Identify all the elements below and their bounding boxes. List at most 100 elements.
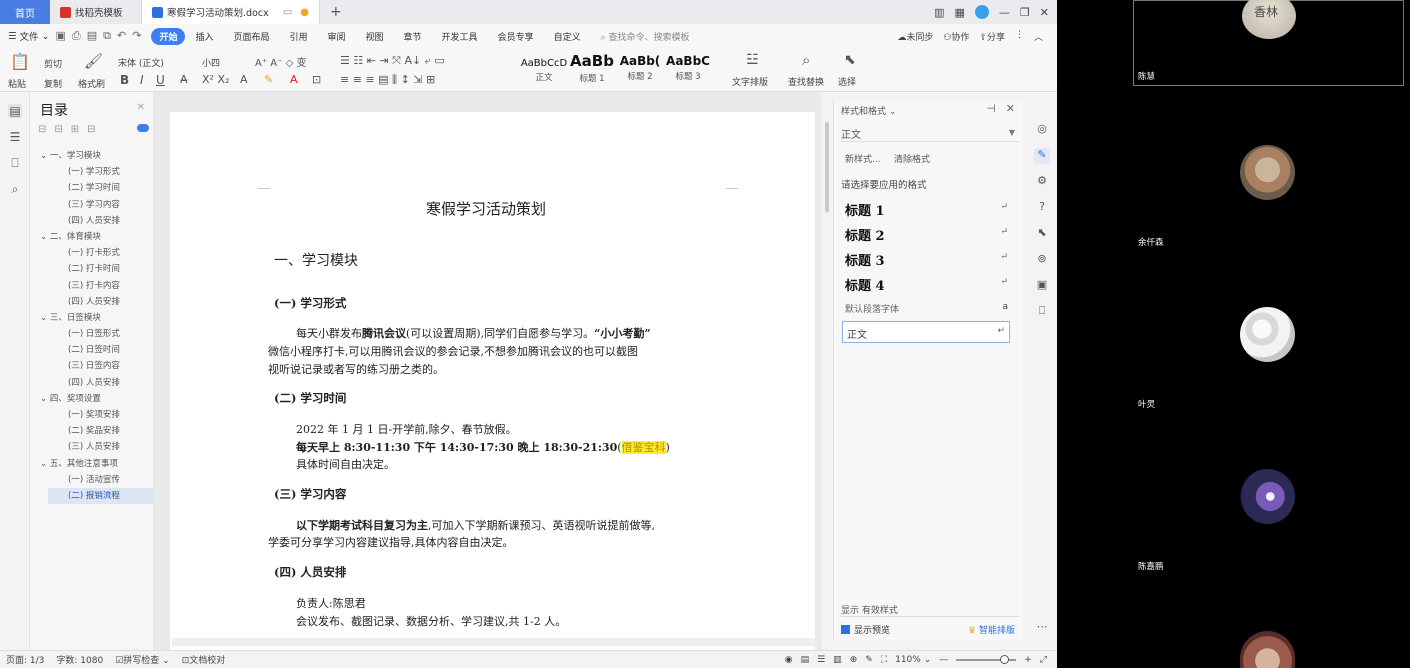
- sync-button[interactable]: ☁未同步: [897, 30, 933, 43]
- toc-item[interactable]: (四) 人员安排: [30, 375, 153, 391]
- print-preview-icon[interactable]: ⎙: [72, 29, 81, 43]
- demote-icon[interactable]: ⊟: [87, 124, 95, 135]
- find-replace-button[interactable]: 查找替换: [788, 75, 824, 88]
- menu-tab-view[interactable]: 视图: [356, 30, 394, 43]
- promote-icon[interactable]: ⊞: [71, 124, 79, 135]
- participant-avatar[interactable]: [1240, 307, 1295, 362]
- paste-icon[interactable]: 📋: [10, 52, 30, 71]
- menu-tab-layout[interactable]: 页面布局: [223, 30, 279, 43]
- menu-tab-references[interactable]: 引用: [279, 30, 317, 43]
- copy-button[interactable]: 复制: [44, 77, 62, 90]
- format-painter-label[interactable]: 格式刷: [78, 77, 105, 90]
- smart-layout-button[interactable]: ♛ 智能排版: [968, 623, 1015, 636]
- show-styles-select[interactable]: 显示 有效样式: [841, 603, 1019, 617]
- find-replace-icon[interactable]: ⌕: [802, 51, 810, 69]
- toc-item[interactable]: (四) 人员安排: [30, 294, 153, 310]
- strikethrough-icon[interactable]: A̶: [180, 73, 188, 86]
- toc-item[interactable]: (三) 打卡内容: [30, 278, 153, 294]
- style-item-default-font[interactable]: 默认段落字体 a: [845, 302, 1010, 315]
- pin-icon[interactable]: ⊣: [986, 102, 996, 115]
- font-color-icon[interactable]: A: [290, 73, 298, 86]
- highlight-icon[interactable]: ✎: [264, 73, 273, 86]
- toc-item[interactable]: (四) 人员安排: [30, 213, 153, 229]
- outline-view-icon[interactable]: ☰: [817, 655, 825, 665]
- zoom-slider-knob[interactable]: [1000, 654, 1010, 664]
- new-tab-button[interactable]: +: [320, 0, 352, 24]
- toc-item[interactable]: (一) 日签形式: [30, 326, 153, 342]
- font-name-select[interactable]: 宋体 (正文): [118, 56, 188, 69]
- toc-item[interactable]: (二) 打卡时间: [30, 261, 153, 277]
- tab-document[interactable]: 寒假学习活动策划.docx ▭ ●: [142, 0, 320, 24]
- style-item-normal-selected[interactable]: 正文 ↵: [842, 321, 1010, 343]
- style-normal[interactable]: AaBbCcD 正文: [518, 52, 570, 88]
- style-heading-1[interactable]: AaBb 标题 1: [566, 52, 618, 88]
- style-item-heading-3[interactable]: 标题 3 ↵: [845, 250, 1010, 272]
- page-count[interactable]: 页面: 1/3: [6, 653, 44, 666]
- style-pen-icon[interactable]: ✎: [1034, 148, 1050, 164]
- zoom-slider[interactable]: [956, 654, 1017, 664]
- style-item-heading-2[interactable]: 标题 2 ↵: [845, 225, 1010, 247]
- menu-tab-custom[interactable]: 自定义: [544, 30, 591, 43]
- toc-item[interactable]: ⌄ 五、其他注意事项: [30, 456, 153, 472]
- menu-tab-home[interactable]: 开始: [151, 27, 186, 45]
- outline-icon[interactable]: ☰: [8, 130, 22, 144]
- select-cursor-icon[interactable]: ⬉: [844, 52, 856, 68]
- style-item-heading-4[interactable]: 标题 4 ↵: [845, 275, 1010, 297]
- grow-font-icon[interactable]: A⁺ A⁻ ◇ 变: [255, 54, 306, 69]
- menu-tab-member[interactable]: 会员专享: [488, 30, 544, 43]
- restore-icon[interactable]: ❐: [1020, 6, 1030, 19]
- toc-item[interactable]: (三) 日签内容: [30, 358, 153, 374]
- command-search[interactable]: ⌕ 查找命令、搜索模板: [601, 30, 690, 43]
- more-icon[interactable]: ⋯: [1034, 620, 1050, 636]
- toc-item[interactable]: (一) 学习形式: [30, 164, 153, 180]
- proofread-button[interactable]: ⊡文档校对: [182, 653, 226, 666]
- fit-icon[interactable]: ⛶: [881, 655, 887, 665]
- menu-tab-section[interactable]: 章节: [394, 30, 432, 43]
- toc-toggle-switch[interactable]: [137, 124, 149, 132]
- save-icon[interactable]: ▣: [56, 29, 66, 43]
- apps-grid-icon[interactable]: ▦: [955, 6, 965, 19]
- current-style-select[interactable]: 正文 ▼: [841, 126, 1019, 142]
- zoom-level[interactable]: 110% ⌄: [895, 655, 931, 665]
- vertical-scrollbar[interactable]: [823, 100, 831, 640]
- cursor-icon[interactable]: ⬉: [1034, 226, 1050, 242]
- show-preview-checkbox[interactable]: 显示预览: [841, 623, 890, 636]
- collapse-ribbon-icon[interactable]: ︿: [1034, 30, 1043, 43]
- file-menu[interactable]: ☰ 文件 ⌄: [8, 29, 50, 44]
- tab-template[interactable]: 找稻壳模板: [50, 0, 142, 24]
- toc-item[interactable]: ⌄ 三、日签模块: [30, 310, 153, 326]
- collaborate-button[interactable]: ⚇协作: [943, 30, 969, 43]
- toc-item[interactable]: (二) 学习时间: [30, 180, 153, 196]
- sliders-icon[interactable]: ⚙: [1034, 174, 1050, 190]
- toc-item[interactable]: ⌄ 二、体育模块: [30, 229, 153, 245]
- text-layout-icon[interactable]: ☳: [746, 52, 759, 68]
- participant-avatar[interactable]: [1240, 145, 1295, 200]
- text-layout-button[interactable]: 文字排版: [732, 75, 768, 88]
- palette-icon[interactable]: ◎: [1034, 122, 1050, 138]
- export-icon[interactable]: ⧉: [103, 29, 111, 43]
- cut-button[interactable]: 剪切: [44, 57, 62, 70]
- read-view-icon[interactable]: ▥: [833, 655, 842, 665]
- bookmark-icon[interactable]: ⎕: [8, 156, 22, 170]
- styles-pane-title[interactable]: 样式和格式 ⌄: [841, 104, 896, 117]
- menu-tab-developer[interactable]: 开发工具: [432, 30, 488, 43]
- print-icon[interactable]: ▤: [87, 29, 97, 43]
- format-painter-icon[interactable]: 🖌: [84, 52, 103, 70]
- menu-tab-review[interactable]: 审阅: [318, 30, 356, 43]
- word-count[interactable]: 字数: 1080: [56, 653, 103, 666]
- close-icon[interactable]: ✕: [1006, 102, 1015, 115]
- tab-pin-icon[interactable]: ▭: [283, 7, 292, 18]
- toc-item[interactable]: (一) 打卡形式: [30, 245, 153, 261]
- redo-icon[interactable]: ↷: [132, 29, 141, 43]
- font-size-select[interactable]: 小四: [202, 56, 242, 69]
- toc-item[interactable]: ⌄ 四、奖项设置: [30, 391, 153, 407]
- toc-item[interactable]: (二) 日签时间: [30, 342, 153, 358]
- style-item-heading-1[interactable]: 标题 1 ↵: [845, 200, 1010, 222]
- zoom-out-icon[interactable]: —: [939, 655, 948, 665]
- superscript-icon[interactable]: X² X₂: [202, 73, 229, 86]
- toc-item[interactable]: ⌄ 一、学习模块: [30, 148, 153, 164]
- toc-item[interactable]: (一) 活动宣传: [30, 472, 153, 488]
- close-icon[interactable]: ✕: [137, 102, 145, 113]
- new-style-button[interactable]: 新样式...: [845, 152, 881, 165]
- participant-avatar[interactable]: [1240, 631, 1295, 668]
